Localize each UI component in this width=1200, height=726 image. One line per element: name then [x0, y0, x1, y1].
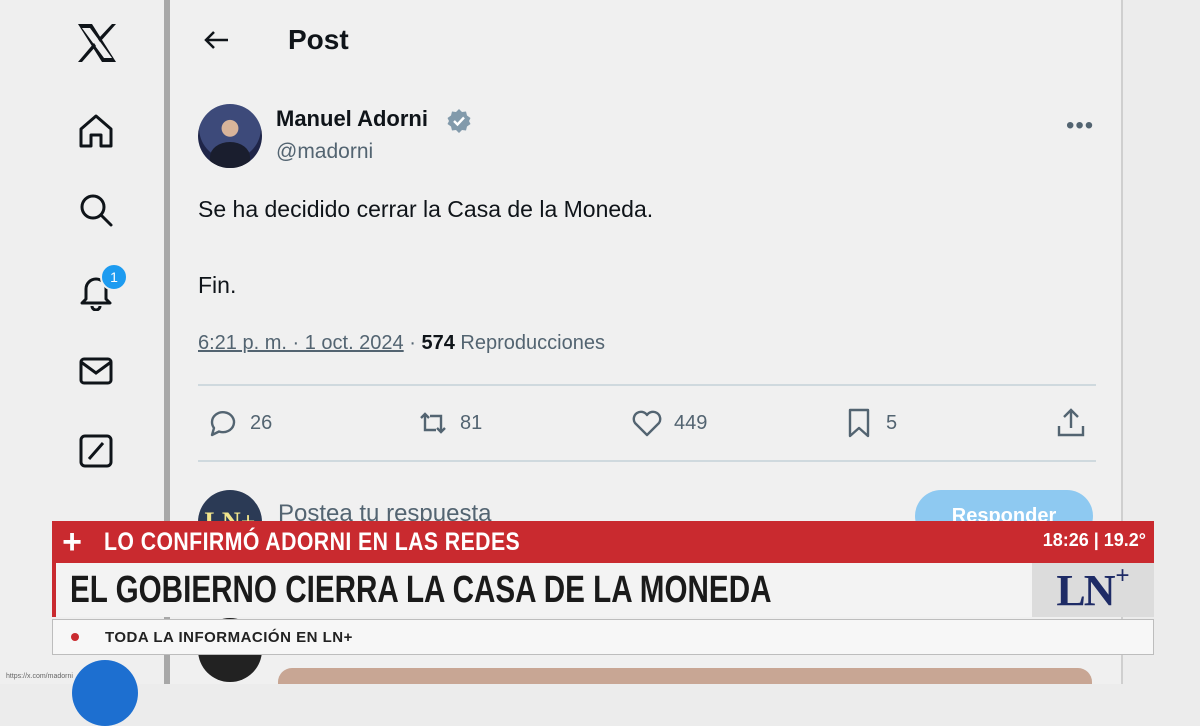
repost-button[interactable]: 81	[416, 406, 482, 440]
share-button[interactable]	[1054, 406, 1088, 440]
repost-icon	[420, 412, 446, 434]
repost-count: 81	[460, 411, 483, 434]
divider	[198, 460, 1096, 462]
headline-text: EL GOBIERNO CIERRA LA CASA DE LA MONEDA	[70, 569, 772, 611]
page-title: Post	[288, 24, 349, 55]
more-options-icon[interactable]: •••	[1066, 112, 1094, 140]
kicker-text: LO CONFIRMÓ ADORNI EN LAS REDES	[104, 527, 521, 556]
divider	[198, 384, 1096, 386]
meta-separator: ·	[403, 332, 422, 354]
views-count: 574	[421, 332, 455, 354]
views-label: Reproducciones	[460, 332, 605, 354]
headline-bar: EL GOBIERNO CIERRA LA CASA DE LA MONEDA	[52, 563, 1036, 617]
kicker-bar: + LO CONFIRMÓ ADORNI EN LAS REDES 18:26 …	[52, 521, 1154, 563]
post-text-line1: Se ha decidido cerrar la Casa de la Mone…	[198, 196, 654, 222]
reply-count: 26	[250, 411, 273, 434]
share-icon	[1057, 408, 1085, 437]
bookmark-count: 5	[886, 411, 898, 434]
reply-icon	[210, 411, 236, 437]
live-dot-icon	[71, 633, 79, 641]
heart-icon	[632, 410, 662, 437]
ticker-text: TODA LA INFORMACIÓN EN LN+	[105, 628, 353, 646]
ln-logo-text: LN	[1056, 565, 1115, 615]
home-icon[interactable]	[75, 110, 117, 152]
status-url: https://x.com/madorni	[6, 673, 73, 680]
author-handle[interactable]: @madorni	[276, 140, 373, 164]
post-meta: 6:21 p. m. · 1 oct. 2024 · 574 Reproducc…	[198, 332, 605, 355]
ln-logo-plus: +	[1115, 562, 1130, 589]
time-temperature: 18:26 | 19.2°	[1042, 530, 1146, 550]
author-avatar[interactable]	[198, 104, 262, 168]
author-name[interactable]: Manuel Adorni	[276, 106, 428, 132]
x-logo-icon[interactable]	[74, 20, 120, 66]
ticker-bar: TODA LA INFORMACIÓN EN LN+	[52, 619, 1154, 655]
like-button[interactable]: 449	[630, 406, 707, 440]
account-avatar[interactable]	[72, 660, 138, 726]
plus-icon: +	[62, 523, 82, 561]
like-count: 449	[674, 411, 708, 434]
reply-button[interactable]: 26	[206, 406, 272, 440]
verified-badge-icon	[446, 108, 472, 134]
reply-media[interactable]	[278, 668, 1092, 684]
bookmark-button[interactable]: 5	[842, 406, 897, 440]
search-icon[interactable]	[75, 189, 117, 231]
ln-plus-logo: LN +	[1032, 562, 1154, 617]
post-timestamp[interactable]: 6:21 p. m. · 1 oct. 2024	[198, 332, 404, 354]
envelope-icon[interactable]	[75, 350, 117, 392]
grok-icon[interactable]	[75, 430, 117, 472]
bookmark-icon	[848, 408, 870, 438]
back-arrow-icon[interactable]	[200, 22, 236, 58]
post-text-line2: Fin.	[198, 272, 237, 298]
notification-badge: 1	[100, 263, 128, 291]
